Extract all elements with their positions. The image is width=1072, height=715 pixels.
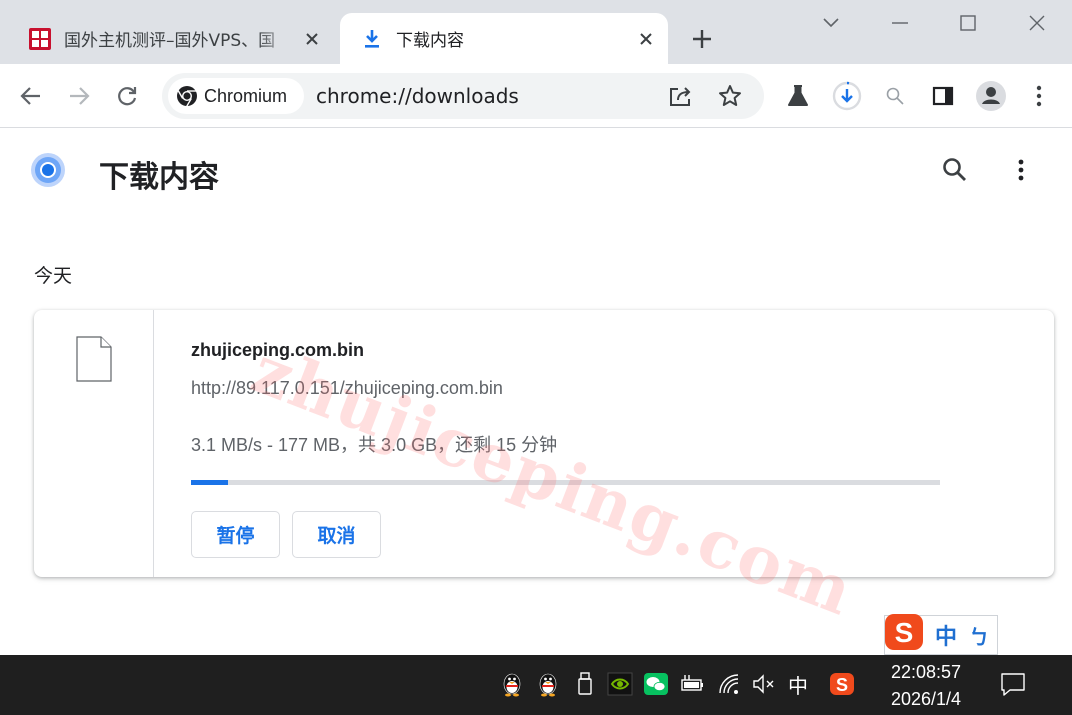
taskbar: 中 S 22:08:57 2026/1/4	[0, 655, 1072, 715]
sogou-logo-icon: S	[885, 614, 923, 650]
tab-zhujiceping[interactable]: 国外主机测评–国外VPS、国	[16, 13, 334, 64]
search-downloads-icon[interactable]	[940, 155, 970, 185]
tab-downloads[interactable]: 下载内容	[340, 13, 668, 64]
nvidia-icon[interactable]	[606, 670, 634, 698]
ime-mode-text[interactable]: 中	[935, 619, 957, 651]
tab-title: 国外主机测评–国外VPS、国	[64, 31, 276, 51]
download-progress-bar	[191, 480, 940, 485]
date-heading: 今天	[34, 265, 73, 287]
tab-search-chevron-icon[interactable]	[816, 8, 846, 38]
browser-menu-icon[interactable]	[1021, 78, 1057, 114]
speaker-muted-icon[interactable]	[750, 670, 778, 698]
share-icon[interactable]	[665, 80, 697, 112]
more-actions-icon[interactable]	[1006, 155, 1036, 185]
download-arrow-icon	[365, 29, 379, 48]
notification-center-icon[interactable]	[998, 669, 1028, 699]
file-icon	[76, 336, 112, 382]
system-clock[interactable]: 22:08:57 2026/1/4	[878, 659, 974, 713]
wechat-icon[interactable]	[642, 670, 670, 698]
reload-icon[interactable]	[109, 78, 145, 114]
side-panel-icon[interactable]	[925, 78, 961, 114]
tab-close-icon[interactable]	[636, 29, 656, 49]
back-arrow-icon[interactable]	[13, 78, 49, 114]
qq-penguin-icon[interactable]	[498, 670, 526, 698]
source-url-link[interactable]: http://89.117.0.151/zhujiceping.com.bin	[191, 378, 503, 399]
download-item-card: zhujiceping.com.bin http://89.117.0.151/…	[34, 310, 1054, 577]
maximize-icon[interactable]	[953, 8, 983, 38]
browser-toolbar: Chromium chrome://downloads	[0, 64, 1072, 128]
site-seal-icon	[29, 27, 51, 50]
qq-penguin-icon[interactable]	[534, 670, 562, 698]
new-tab-plus-icon[interactable]	[688, 25, 716, 53]
chip-label: Chromium	[204, 85, 288, 106]
usb-drive-icon[interactable]	[571, 670, 599, 698]
clock-date: 2026/1/4	[890, 689, 962, 709]
sogou-ime-bar[interactable]: S 中 ㄅ	[884, 614, 998, 655]
clock-time: 22:08:57	[890, 662, 962, 682]
download-progress-fill	[191, 480, 229, 485]
svg-text:S: S	[836, 675, 848, 695]
forward-arrow-icon[interactable]	[61, 78, 97, 114]
omnibox[interactable]: Chromium chrome://downloads	[162, 73, 764, 119]
chromium-logo-icon	[177, 86, 197, 107]
window-close-icon[interactable]	[1022, 8, 1052, 38]
profile-avatar-icon[interactable]	[973, 78, 1009, 114]
chrome-logo-icon	[31, 153, 65, 187]
wifi-icon[interactable]	[715, 670, 743, 698]
tab-title: 下载内容	[396, 31, 464, 51]
zoom-search-icon[interactable]	[877, 78, 913, 114]
page-title: 下载内容	[99, 160, 219, 195]
tab-close-icon[interactable]	[302, 29, 322, 49]
minimize-icon[interactable]	[885, 8, 915, 38]
download-status-text: 3.1 MB/s - 177 MB，共 3.0 GB，还剩 15 分钟	[191, 435, 558, 455]
tab-strip: 国外主机测评–国外VPS、国 下载内容	[0, 0, 1072, 64]
site-chip[interactable]: Chromium	[168, 78, 304, 114]
file-name-link[interactable]: zhujiceping.com.bin	[191, 340, 364, 361]
downloads-progress-icon[interactable]	[829, 78, 865, 114]
svg-text:S: S	[895, 617, 914, 648]
pause-button[interactable]: 暂停	[191, 511, 280, 558]
ime-punct-text[interactable]: ㄅ	[969, 621, 989, 650]
battery-plug-icon[interactable]	[678, 670, 706, 698]
url-text[interactable]: chrome://downloads	[316, 84, 519, 108]
cancel-button[interactable]: 取消	[292, 511, 381, 558]
bookmark-star-icon[interactable]	[714, 80, 746, 112]
file-icon-column	[34, 310, 154, 577]
input-method-indicator[interactable]: 中	[784, 670, 812, 698]
labs-flask-icon[interactable]	[780, 78, 816, 114]
sogou-tray-icon[interactable]: S	[828, 670, 856, 698]
